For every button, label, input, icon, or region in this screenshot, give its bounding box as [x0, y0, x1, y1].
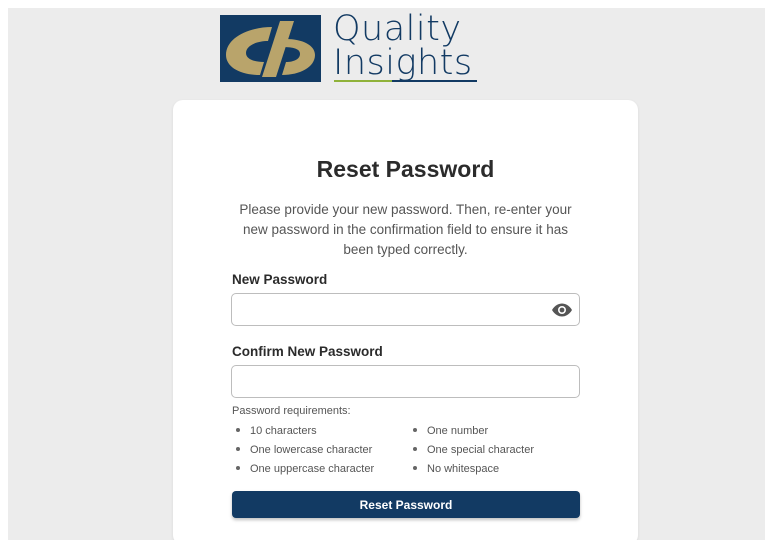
- eye-icon[interactable]: [551, 303, 573, 317]
- page-title: Reset Password: [316, 156, 495, 182]
- requirement-item: 10 characters: [236, 425, 317, 438]
- requirement-item: No whitespace: [413, 463, 499, 476]
- new-password-label: New Password: [232, 272, 328, 287]
- instructions-text: Please provide your new password. Then, …: [239, 202, 572, 257]
- reset-password-card: Reset Password Please provide your new p…: [173, 100, 638, 540]
- logo: Quality Insights: [220, 12, 480, 84]
- requirement-item: One number: [413, 425, 488, 438]
- requirement-item: One uppercase character: [236, 463, 374, 476]
- logo-line2: Insights: [333, 43, 473, 83]
- logo-mark-icon: [220, 15, 321, 82]
- reset-password-button[interactable]: Reset Password: [232, 491, 580, 518]
- logo-underline-green: [334, 80, 392, 82]
- logo-underline-blue: [392, 80, 477, 82]
- requirement-item: One special character: [413, 444, 534, 457]
- confirm-password-label: Confirm New Password: [232, 344, 383, 359]
- logo-wordmark: Quality Insights: [333, 12, 473, 83]
- requirement-item: One lowercase character: [236, 444, 372, 457]
- confirm-password-input[interactable]: [231, 365, 580, 398]
- new-password-input[interactable]: [231, 293, 580, 326]
- requirements-title: Password requirements:: [232, 405, 351, 417]
